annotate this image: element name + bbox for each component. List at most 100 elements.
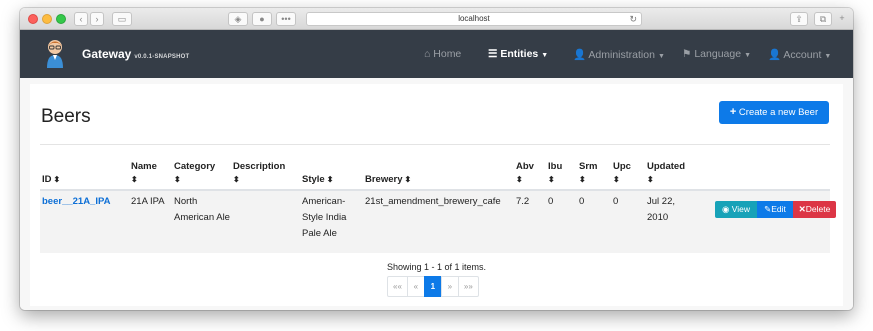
flag-icon: ⚑	[682, 48, 692, 60]
close-window-button[interactable]	[28, 14, 38, 24]
reload-icon[interactable]: ↻	[629, 13, 637, 25]
shield-icon[interactable]: ●	[252, 12, 272, 26]
sort-icon: ⬍	[326, 175, 334, 184]
nav-home[interactable]: ⌂ Home	[424, 48, 461, 60]
column-header-brewery[interactable]: Brewery ⬍	[365, 173, 411, 186]
tabs-icon[interactable]: ⧉	[814, 12, 832, 26]
plus-icon: +	[729, 106, 737, 118]
more-icon[interactable]: •••	[276, 12, 296, 26]
sort-icon: ⬍	[647, 175, 654, 184]
column-label: Category	[174, 161, 216, 172]
chevron-down-icon: ▼	[657, 53, 665, 60]
beers-card: Beers + Create a new Beer ID ⬍ Name ⬍ Cate…	[30, 84, 843, 306]
create-beer-button[interactable]: + Create a new Beer	[719, 101, 829, 124]
column-header-name[interactable]: Name ⬍	[131, 160, 157, 186]
chevron-down-icon: ▼	[824, 53, 832, 60]
sidebar-toggle-icon[interactable]: ▭	[112, 12, 132, 26]
previous-page-button[interactable]: «	[406, 276, 425, 297]
beer-updated-cell: Jul 22, 2010	[647, 196, 675, 223]
pagination-summary: Showing 1 - 1 of 1 items.	[386, 262, 487, 272]
delete-button[interactable]: ✕Delete	[793, 201, 836, 218]
nav-administration-label: Administration	[588, 49, 655, 61]
pagination: «« « 1 » »»	[387, 276, 479, 297]
page-1-button[interactable]: 1	[423, 276, 442, 297]
url-text: localhost	[458, 14, 490, 23]
title-divider	[40, 144, 830, 145]
nav-entities-label: Entities	[500, 48, 539, 60]
column-header-category[interactable]: Category ⬍	[174, 160, 215, 186]
beer-category-cell: North American Ale	[174, 196, 230, 223]
delete-label: Delete	[805, 204, 831, 214]
beer-srm-cell: 0	[579, 196, 585, 207]
brand-name: Gateway	[82, 47, 132, 61]
first-page-button[interactable]: ««	[387, 276, 408, 297]
column-header-srm[interactable]: Srm ⬍	[579, 160, 597, 186]
sort-icon: ⬍	[548, 175, 555, 184]
sort-icon: ⬍	[174, 175, 181, 184]
column-header-ibu[interactable]: Ibu ⬍	[548, 160, 562, 186]
column-label: Upc	[613, 161, 631, 172]
brand-link[interactable]: Gateway v0.0.1-SNAPSHOT	[82, 47, 189, 61]
new-tab-icon[interactable]: +	[835, 12, 849, 26]
nav-account[interactable]: 👤 Account ▼	[768, 48, 831, 61]
column-label: Name	[131, 161, 157, 172]
column-label: ID	[42, 174, 52, 185]
beer-upc-cell: 0	[613, 196, 619, 207]
extension-icon[interactable]: ◈	[228, 12, 248, 26]
beer-ibu-cell: 0	[548, 196, 554, 207]
browser-toolbar: ‹ › ▭ ◈ ● ••• localhost ↻ ⇪ ⧉ +	[20, 8, 853, 30]
beer-style-cell: American-Style India Pale Ale	[302, 196, 347, 239]
beer-name-cell: 21A IPA	[131, 196, 165, 207]
sort-icon: ⬍	[613, 175, 620, 184]
column-label: Style	[302, 174, 325, 185]
chevron-down-icon: ▼	[744, 52, 751, 59]
share-icon[interactable]: ⇪	[790, 12, 808, 26]
view-label: View	[731, 204, 751, 214]
sort-icon: ⬍	[53, 175, 61, 184]
forward-button[interactable]: ›	[90, 12, 104, 26]
home-icon: ⌂	[424, 48, 431, 60]
nav-language-label: Language	[694, 48, 742, 60]
top-navbar: Gateway v0.0.1-SNAPSHOT ⌂ Home ☰ Entities…	[20, 30, 853, 78]
sort-icon: ⬍	[579, 175, 586, 184]
column-header-upc[interactable]: Upc ⬍	[613, 160, 631, 186]
page-content: Beers + Create a new Beer ID ⬍ Name ⬍ Cate…	[20, 78, 853, 310]
create-beer-label: Create a new Beer	[738, 107, 819, 118]
edit-label: Edit	[771, 204, 786, 214]
edit-button[interactable]: ✎Edit	[757, 201, 793, 218]
sort-icon: ⬍	[516, 175, 523, 184]
column-header-style[interactable]: Style ⬍	[302, 173, 333, 186]
column-label: Ibu	[548, 161, 563, 172]
eye-icon: ◉	[721, 204, 730, 214]
zoom-window-button[interactable]	[56, 14, 66, 24]
address-bar[interactable]: localhost ↻	[306, 12, 642, 26]
version-label: v0.0.1-SNAPSHOT	[134, 54, 190, 60]
beer-brewery-cell: 21st_amendment_brewery_cafe	[365, 196, 501, 207]
user-plus-icon: 👤	[573, 49, 587, 61]
back-button[interactable]: ‹	[74, 12, 88, 26]
nav-entities[interactable]: ☰ Entities ▼	[488, 48, 548, 60]
sort-icon: ⬍	[404, 175, 412, 184]
column-header-abv[interactable]: Abv ⬍	[516, 160, 534, 186]
beer-abv-cell: 7.2	[516, 196, 530, 207]
minimize-window-button[interactable]	[42, 14, 52, 24]
column-label: Description	[233, 161, 286, 172]
sort-icon: ⬍	[233, 175, 240, 184]
page-title: Beers	[41, 106, 91, 127]
nav-account-label: Account	[783, 49, 822, 61]
column-header-id[interactable]: ID ⬍	[42, 173, 60, 186]
list-icon: ☰	[488, 48, 498, 60]
logo-icon[interactable]	[44, 38, 66, 68]
column-header-description[interactable]: Description ⬍	[233, 160, 285, 186]
user-icon: 👤	[768, 49, 782, 61]
nav-administration[interactable]: 👤 Administration ▼	[573, 48, 665, 61]
view-button[interactable]: ◉ View	[715, 201, 757, 218]
column-label: Srm	[579, 161, 598, 172]
column-label: Updated	[647, 161, 685, 172]
nav-language[interactable]: ⚑ Language ▼	[682, 48, 751, 60]
last-page-button[interactable]: »»	[457, 276, 479, 297]
column-header-updated[interactable]: Updated ⬍	[647, 160, 685, 186]
beer-id-link[interactable]: beer__21A_IPA	[42, 194, 110, 210]
next-page-button[interactable]: »	[440, 276, 459, 297]
sort-icon: ⬍	[131, 175, 138, 184]
